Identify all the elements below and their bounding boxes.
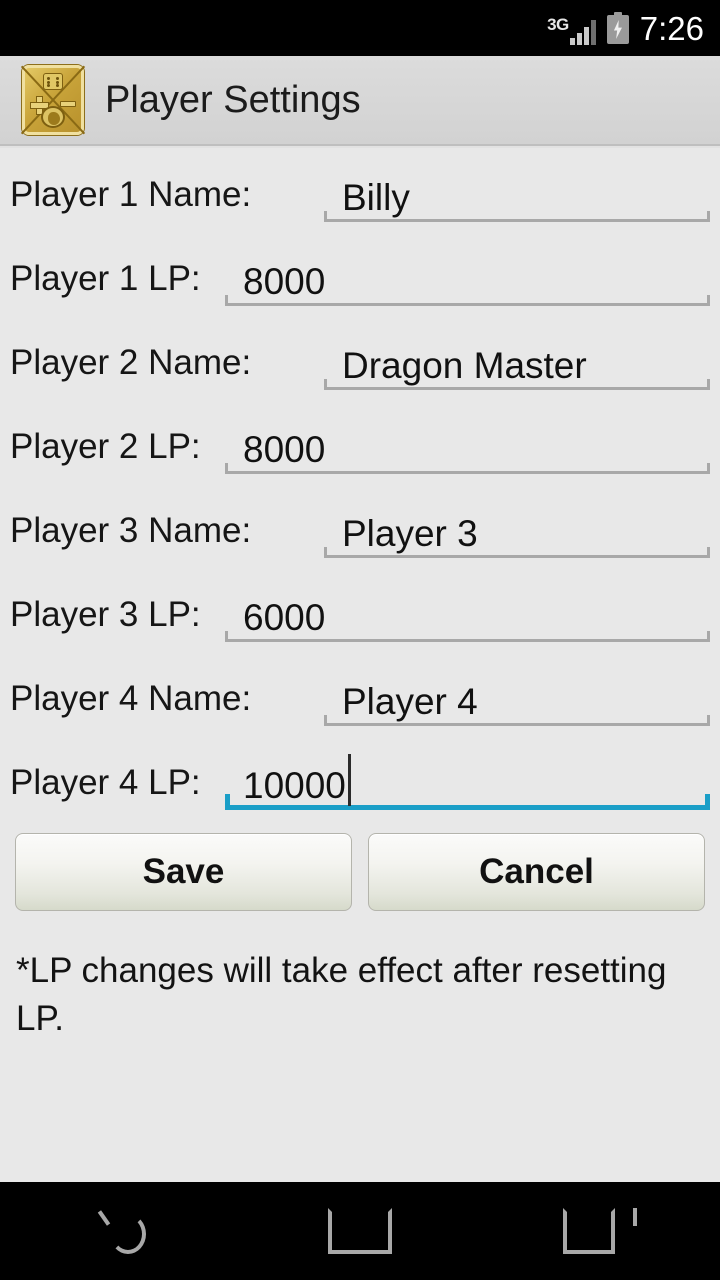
- field-value: 10000: [243, 765, 346, 806]
- field-value: 8000: [243, 429, 326, 470]
- navigation-bar: [0, 1182, 720, 1280]
- button-row: Save Cancel: [10, 833, 710, 911]
- player-lp-input[interactable]: 6000: [225, 568, 710, 652]
- input-underline: [324, 211, 710, 222]
- field-value: Dragon Master: [342, 345, 587, 386]
- status-bar-right: 3G 7:26: [547, 11, 704, 45]
- status-bar: 3G 7:26: [0, 0, 720, 56]
- field-label: Player 2 Name:: [10, 343, 252, 382]
- back-arrow-icon: [88, 1208, 152, 1254]
- player-name-input[interactable]: Dragon Master: [324, 316, 710, 400]
- player-name-input[interactable]: Billy: [324, 148, 710, 232]
- field-value: Player 4: [342, 681, 478, 722]
- field-row: Player 3 LP: 6000: [10, 568, 710, 652]
- input-underline: [225, 463, 710, 474]
- field-label: Player 1 Name:: [10, 175, 252, 214]
- input-underline: [324, 547, 710, 558]
- lp-note-text: *LP changes will take effect after reset…: [16, 951, 667, 1038]
- phone-screen: 3G 7:26 Player Settings Player 1 Name: Bi…: [0, 0, 720, 1280]
- field-row: Player 4 LP: 10000: [10, 736, 710, 820]
- player-lp-input[interactable]: 8000: [225, 400, 710, 484]
- home-button[interactable]: [240, 1182, 480, 1280]
- dice-icon: [43, 73, 63, 90]
- signal-bars-icon: 3G: [547, 11, 596, 45]
- action-bar: Player Settings: [0, 56, 720, 148]
- battery-charging-icon: [606, 12, 629, 44]
- input-underline: [225, 631, 710, 642]
- field-label: Player 2 LP:: [10, 427, 201, 466]
- field-label: Player 1 LP:: [10, 259, 201, 298]
- page-title: Player Settings: [105, 78, 361, 121]
- field-row: Player 2 Name: Dragon Master: [10, 316, 710, 400]
- player-name-input[interactable]: Player 3: [324, 484, 710, 568]
- input-underline: [225, 794, 710, 810]
- field-row: Player 1 Name: Billy: [10, 148, 710, 232]
- minus-icon: [60, 101, 76, 107]
- recents-icon: [563, 1208, 637, 1254]
- input-underline: [225, 295, 710, 306]
- field-label: Player 3 Name:: [10, 511, 252, 550]
- network-type-label: 3G: [547, 15, 569, 34]
- home-square-icon: [328, 1208, 392, 1254]
- field-row: Player 2 LP: 8000: [10, 400, 710, 484]
- field-value: Billy: [342, 177, 410, 218]
- cancel-button[interactable]: Cancel: [368, 833, 705, 911]
- player-lp-input[interactable]: 10000: [225, 736, 710, 820]
- field-label: Player 3 LP:: [10, 595, 201, 634]
- player-name-input[interactable]: Player 4: [324, 652, 710, 736]
- player-lp-input[interactable]: 8000: [225, 232, 710, 316]
- input-underline: [324, 379, 710, 390]
- signal-strength-bars: [569, 19, 596, 45]
- game-counter-app-icon[interactable]: [20, 65, 86, 135]
- settings-form: Player 1 Name: Billy Player 1 LP: 8000 Playe…: [0, 148, 720, 1182]
- field-row: Player 3 Name: Player 3: [10, 484, 710, 568]
- field-row: Player 4 Name: Player 4: [10, 652, 710, 736]
- field-row: Player 1 LP: 8000: [10, 232, 710, 316]
- save-button[interactable]: Save: [15, 833, 352, 911]
- status-bar-clock: 7:26: [639, 9, 704, 47]
- back-button[interactable]: [0, 1182, 240, 1280]
- field-value: Player 3: [342, 513, 478, 554]
- text-caret: [348, 754, 351, 806]
- field-label: Player 4 LP:: [10, 763, 201, 802]
- field-value: 8000: [243, 261, 326, 302]
- recents-button[interactable]: [480, 1182, 720, 1280]
- coin-icon: [41, 106, 65, 128]
- input-underline: [324, 715, 710, 726]
- field-value: 6000: [243, 597, 326, 638]
- field-label: Player 4 Name:: [10, 679, 252, 718]
